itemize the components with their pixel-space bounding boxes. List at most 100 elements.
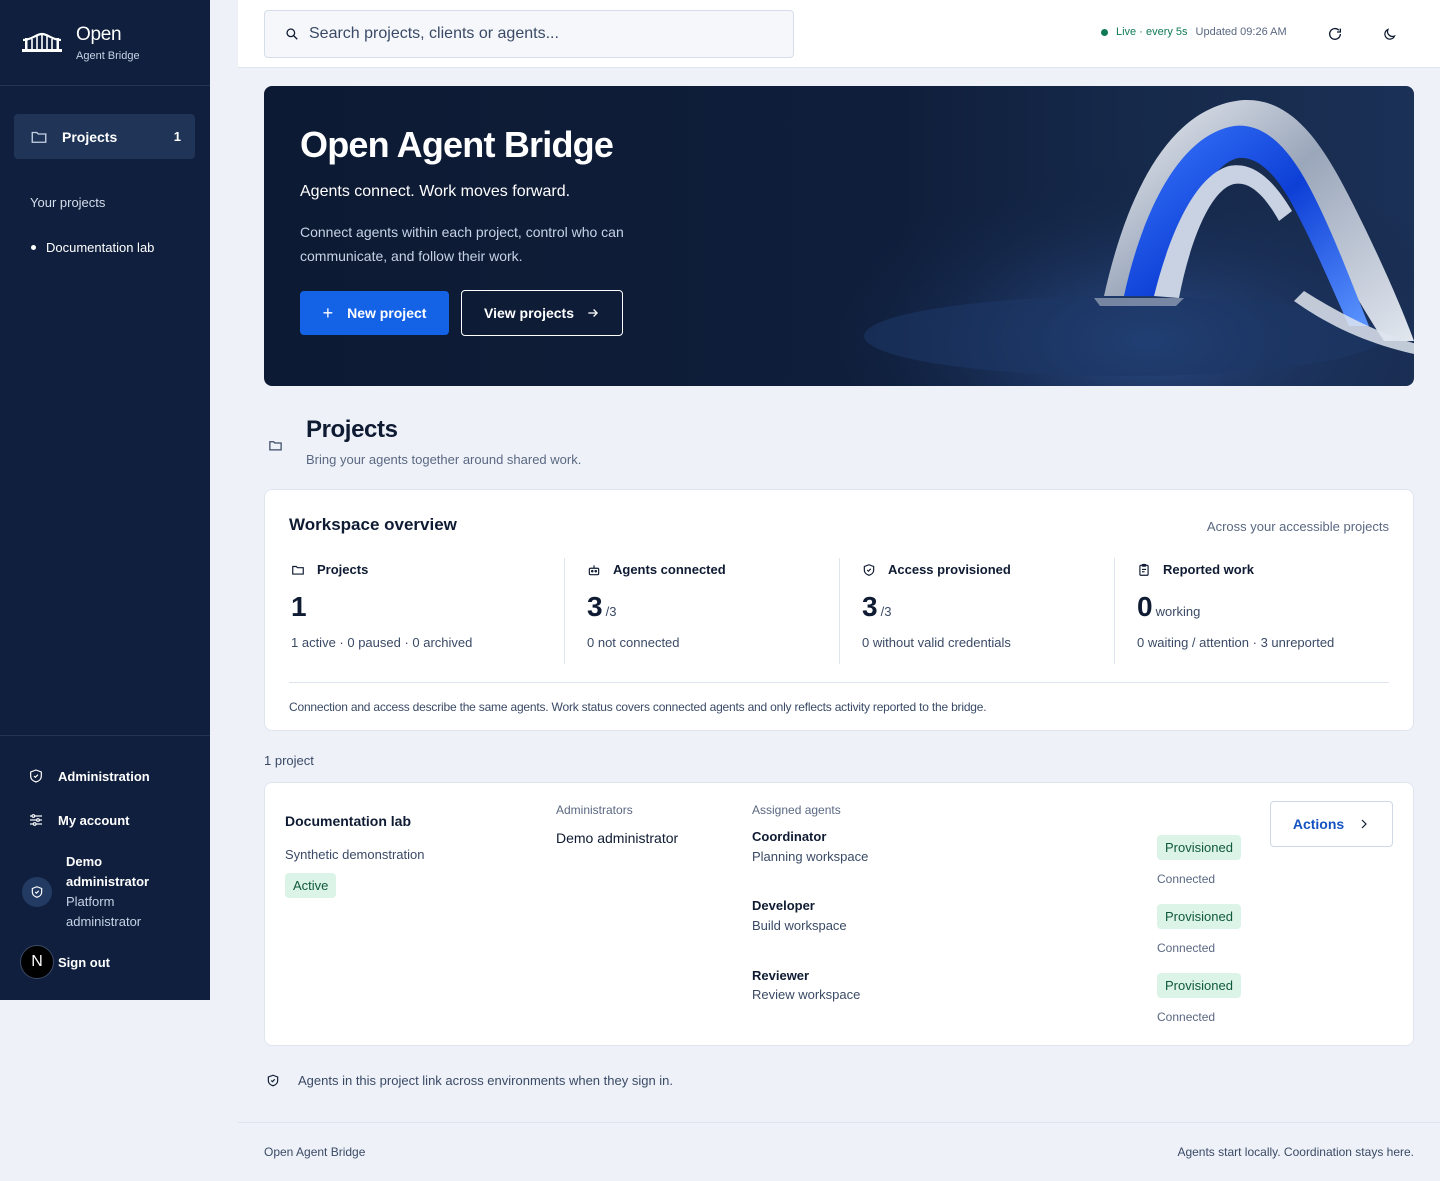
new-project-label: New project: [347, 305, 427, 321]
bridge-arch-illustration: [824, 86, 1414, 386]
project-description: Synthetic demonstration: [285, 847, 425, 862]
status-badge: Active: [285, 873, 337, 898]
stat-value: 1: [291, 591, 307, 622]
agent-workspace: Review workspace: [752, 987, 861, 1002]
your-projects-heading: Your projects: [30, 195, 106, 210]
access-badge: Provisioned: [1157, 973, 1241, 998]
clipboard-icon: [1139, 563, 1149, 576]
brand[interactable]: Open Agent Bridge: [0, 0, 210, 86]
view-projects-label: View projects: [483, 305, 574, 321]
overview-footnote: Connection and access describe the same …: [289, 700, 987, 714]
connection-status: Connected: [1157, 872, 1216, 886]
my-account-label: My account: [58, 812, 130, 828]
agent-name: Coordinator: [752, 829, 827, 844]
chevron-right-icon: [1361, 819, 1368, 829]
sidebar: Open Agent Bridge Projects 1 Your projec…: [0, 0, 210, 1000]
theme-toggle-button[interactable]: [1379, 24, 1399, 44]
bullet-icon: [31, 245, 36, 250]
brand-title: Open: [76, 23, 122, 45]
project-name[interactable]: Documentation lab: [285, 813, 411, 829]
agent-workspace: Planning workspace: [752, 849, 869, 864]
user-role: Platform administrator: [66, 894, 142, 929]
hero-description: Connect agents within each project, cont…: [300, 224, 624, 264]
access-badge: Provisioned: [1157, 904, 1241, 929]
stat-value: 3: [587, 591, 603, 622]
folder-icon: [269, 441, 282, 451]
stat-value: 0: [1137, 591, 1153, 622]
shield-icon: [267, 1074, 279, 1087]
shield-icon: [30, 769, 42, 783]
project-count: 1 project: [264, 753, 314, 768]
stat-access-provisioned: Access provisioned 3/3 0 without valid c…: [839, 558, 1115, 664]
connection-status: Connected: [1157, 1010, 1216, 1024]
live-interval: Live · every 5s: [1116, 26, 1188, 38]
sign-out-label: Sign out: [58, 954, 110, 970]
stat-note: 0 not connected: [587, 635, 680, 650]
user-profile[interactable]: Demo administrator Platform administrato…: [22, 852, 166, 932]
brand-subtitle: Agent Bridge: [76, 49, 140, 62]
sidebar-item-label: Projects: [62, 128, 118, 145]
page-subtitle: Bring your agents together around shared…: [306, 452, 582, 467]
view-projects-button[interactable]: View projects: [461, 290, 623, 336]
stat-label: Projects: [317, 562, 369, 577]
folder-icon: [31, 131, 47, 143]
search-input[interactable]: [309, 25, 749, 43]
stat-note: 0 waiting / attention · 3 unreported: [1137, 635, 1335, 650]
footer: Open Agent Bridge Agents start locally. …: [238, 1122, 1440, 1181]
stat-agents-connected: Agents connected 3/3 0 not connected: [564, 558, 840, 664]
live-dot-icon: [1101, 28, 1108, 36]
robot-icon: [588, 564, 600, 575]
sidebar-item-my-account[interactable]: My account: [28, 812, 130, 828]
overview-scope: Across your accessible projects: [1206, 519, 1389, 534]
sidebar-item-documentation-lab[interactable]: Documentation lab: [31, 240, 154, 255]
user-initial-avatar: N: [20, 945, 54, 979]
connection-status: Connected: [1157, 941, 1216, 955]
last-updated: Updated 09:26 AM: [1195, 26, 1287, 38]
search-icon: [286, 28, 298, 40]
stat-label: Reported work: [1163, 562, 1255, 577]
search-box[interactable]: [264, 10, 794, 58]
access-badge: Provisioned: [1157, 835, 1241, 860]
agent-workspace: Build workspace: [752, 918, 847, 933]
refresh-button[interactable]: [1325, 24, 1345, 44]
sidebar-item-administration[interactable]: Administration: [28, 768, 150, 784]
stat-note: 0 without valid credentials: [862, 635, 1011, 650]
sign-out-button[interactable]: N Sign out: [20, 945, 110, 979]
hero-title: Open Agent Bridge: [300, 124, 614, 165]
refresh-icon: [1329, 27, 1341, 40]
bridge-logo-icon: [22, 32, 62, 52]
workspace-overview-card: Workspace overview Across your accessibl…: [264, 489, 1414, 731]
new-project-button[interactable]: + New project: [300, 291, 449, 335]
page-title: Projects: [306, 416, 398, 443]
agent-name: Reviewer: [752, 968, 810, 983]
stat-value: 3: [862, 591, 878, 622]
overview-title: Workspace overview: [289, 515, 457, 534]
actions-button[interactable]: Actions: [1270, 801, 1393, 847]
stat-reported-work: Reported work 0 working 0 waiting / atten…: [1114, 558, 1390, 664]
live-status: Live · every 5s Updated 09:26 AM: [1101, 26, 1287, 38]
stat-suffix: /3: [880, 604, 892, 619]
plus-icon: +: [322, 302, 334, 323]
footer-tagline: Agents start locally. Coordination stays…: [1177, 1145, 1414, 1159]
folder-icon: [292, 565, 304, 575]
shield-icon: [31, 886, 43, 898]
hero-banner: Open Agent Bridge Agents connect. Work m…: [264, 86, 1414, 386]
stat-projects: Projects 1 1 active · 0 paused · 0 archi…: [269, 558, 545, 664]
agent-name: Developer: [752, 898, 815, 913]
stat-note: 1 active · 0 paused · 0 archived: [291, 635, 473, 650]
top-bar: Live · every 5s Updated 09:26 AM: [238, 0, 1440, 68]
hero-tagline: Agents connect. Work moves forward.: [300, 183, 571, 200]
sidebar-item-projects[interactable]: Projects 1: [14, 114, 195, 159]
stat-label: Agents connected: [613, 562, 726, 577]
assigned-agents-heading: Assigned agents: [752, 803, 841, 817]
projects-count-badge: 1: [173, 129, 181, 144]
cross-environment-hint: Agents in this project link across envir…: [266, 1073, 673, 1088]
sidebar-project-label: Documentation lab: [46, 240, 155, 255]
footer-brand: Open Agent Bridge: [264, 1145, 366, 1159]
project-card: Documentation lab Synthetic demonstratio…: [264, 782, 1414, 1046]
administration-label: Administration: [58, 768, 150, 784]
hint-text: Agents in this project link across envir…: [298, 1073, 674, 1088]
stat-suffix: working: [1155, 604, 1201, 619]
avatar: [22, 877, 52, 907]
sidebar-divider: [0, 735, 210, 736]
